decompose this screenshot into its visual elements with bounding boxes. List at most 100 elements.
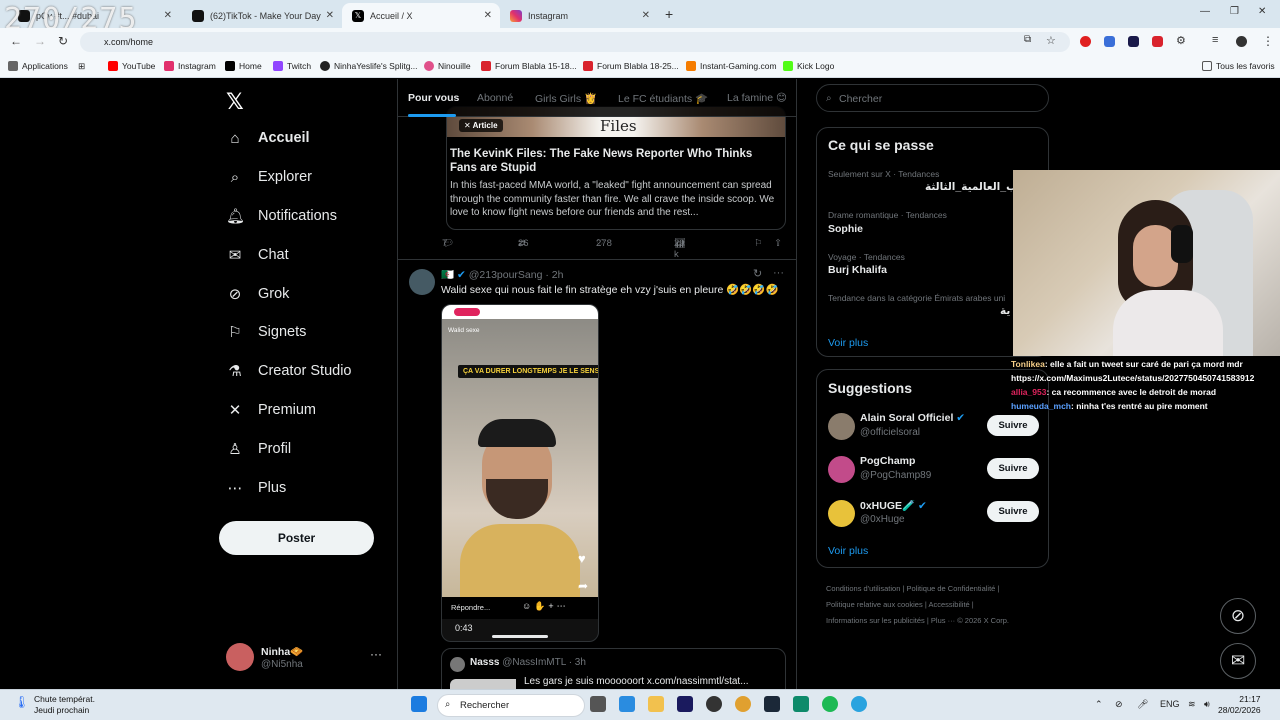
steam-icon[interactable] [764, 696, 780, 712]
trend-name[interactable]: Sophie [828, 223, 863, 235]
footer-link[interactable]: Informations sur les publicités [826, 616, 925, 625]
opera-icon[interactable] [1080, 36, 1091, 47]
nav-item-notifications[interactable]: 🔔︎ Notifications [226, 201, 337, 231]
puzzle-icon[interactable]: ⚙ [1176, 34, 1186, 47]
account-switcher[interactable]: Ninha🧇 @Ni5nha ··· [226, 639, 386, 675]
task-view-icon[interactable] [590, 696, 606, 712]
quote-card[interactable]: Nasss @NassImMTL · 3h Les gars je suis m… [441, 648, 786, 689]
suggestion-name[interactable]: 0xHUGE🧪 ✔ [860, 499, 927, 512]
list-icon[interactable]: ≡ [1212, 34, 1218, 46]
bookmark-twitch[interactable]: Twitch [273, 61, 311, 71]
nav-item-creator-studio[interactable]: ⚗ Creator Studio [226, 356, 351, 386]
taskbar-search[interactable]: ⌕ Rechercher [437, 694, 585, 717]
more-icon[interactable]: ··· [773, 267, 784, 279]
see-more-link[interactable]: Voir plus [828, 337, 868, 349]
grok-icon[interactable]: ⊘ [1220, 598, 1256, 634]
close-window-icon[interactable]: ✕ [1258, 6, 1266, 17]
weather-widget[interactable]: 🌡︎ Chute températ. Jeudi prochain [14, 694, 95, 716]
close-icon[interactable]: ✕ [642, 10, 650, 21]
browser-tab-2[interactable]: (62)TikTok - Make Your Day ✕ [182, 3, 342, 28]
trend-name[interactable]: ب_العالمية_الثالثة [925, 181, 1017, 193]
tab-pour-vous[interactable]: Pour vous [408, 92, 459, 104]
tweet-video[interactable]: Walid sexe ÇA VA DURER LONGTEMPS JE LE S… [441, 304, 599, 642]
footer-link[interactable]: Conditions d'utilisation [826, 584, 900, 593]
tab-girls-girls[interactable]: Girls Girls 👸 [535, 92, 597, 105]
nav-item-signets[interactable]: ⚐ Signets [226, 317, 306, 347]
nav-item-profil[interactable]: ♙ Profil [226, 434, 291, 464]
telegram-icon[interactable] [851, 696, 867, 712]
tab-la-famine[interactable]: La famine 😊 [727, 92, 787, 104]
follow-button[interactable]: Suivre [987, 458, 1039, 479]
all-bookmarks[interactable]: Tous les favoris [1202, 61, 1275, 71]
tab-fc-etudiants[interactable]: Le FC étudiants 🎓 [618, 92, 708, 105]
suggestion-name[interactable]: Alain Soral Officiel ✔ [860, 412, 965, 424]
browser-tab-3[interactable]: 𝕏 Accueil / X ✕ [342, 3, 500, 28]
premiere-icon[interactable] [677, 696, 693, 712]
windows-start-icon[interactable] [411, 696, 427, 712]
footer-link[interactable]: Plus ··· [931, 616, 955, 625]
follow-button[interactable]: Suivre [987, 501, 1039, 522]
bookmark-youtube[interactable]: YouTube [108, 61, 155, 71]
bookmark-splitgate[interactable]: NinhaYeslife's Splitg... [320, 61, 418, 71]
language-indicator[interactable]: ENG [1160, 699, 1180, 709]
see-more-link[interactable]: Voir plus [828, 545, 868, 557]
forward-icon[interactable]: → [34, 34, 46, 48]
bookmark-kick[interactable]: Kick Logo [783, 61, 834, 71]
nav-item-chat[interactable]: ✉ Chat [226, 240, 289, 270]
post-button[interactable]: Poster [219, 521, 374, 555]
follow-button[interactable]: Suivre [987, 415, 1039, 436]
back-icon[interactable]: ← [10, 34, 22, 48]
url-input[interactable]: x.com/home [80, 32, 1070, 52]
bookmark-forum-15-18[interactable]: Forum Blabla 15-18... [481, 61, 577, 71]
reload-icon[interactable]: ↻ [58, 34, 68, 48]
video-progress[interactable] [492, 635, 548, 638]
article-card[interactable]: Files ✕ Article The KevinK Files: The Fa… [446, 106, 786, 230]
bookmark-home[interactable]: Home [225, 61, 262, 71]
spotify-icon[interactable] [822, 696, 838, 712]
extension-icon[interactable] [1152, 36, 1163, 47]
microphone-icon[interactable]: 🎤︎ [1137, 699, 1148, 710]
close-icon[interactable]: ✕ [326, 10, 334, 21]
more-icon[interactable]: ··· [370, 647, 382, 661]
nav-item-accueil[interactable]: ⌂ Accueil [226, 123, 309, 153]
app-icon[interactable] [793, 696, 809, 712]
nav-item-grok[interactable]: ⊘ Grok [226, 279, 290, 309]
wifi-icon[interactable]: ≋ [1188, 699, 1196, 710]
bookmark-forum-18-25[interactable]: Forum Blabla 18-25... [583, 61, 679, 71]
avatar[interactable] [828, 413, 855, 440]
x-logo-icon[interactable]: 𝕏 [226, 89, 244, 115]
nav-item-premium[interactable]: ✕ Premium [226, 395, 316, 425]
footer-link[interactable]: Politique de Confidentialité [907, 584, 996, 593]
volume-icon[interactable]: 🔊︎ [1204, 699, 1210, 710]
tweet-time[interactable]: · 2h [545, 269, 563, 281]
menu-icon[interactable]: ⋮ [1262, 34, 1274, 48]
avatar[interactable] [828, 500, 855, 527]
nav-item-explorer[interactable]: ⌕ Explorer [226, 162, 312, 192]
search-input[interactable]: ⌕ Chercher [816, 84, 1049, 112]
new-tab-icon[interactable]: + [665, 6, 673, 22]
chrome-icon[interactable] [735, 696, 751, 712]
footer-link[interactable]: Politique relative aux cookies [826, 600, 923, 609]
close-icon[interactable]: ✕ [484, 10, 492, 21]
network-off-icon[interactable]: ⊘ [1115, 699, 1123, 710]
copilot-icon[interactable] [619, 696, 635, 712]
extension-icon[interactable] [1128, 36, 1139, 47]
grok-icon[interactable]: ↻ [753, 267, 762, 280]
obs-icon[interactable] [706, 696, 722, 712]
grid-icon[interactable]: ⊞ [78, 61, 85, 72]
star-icon[interactable]: ☆ [1046, 34, 1056, 47]
minimize-icon[interactable]: — [1200, 6, 1210, 17]
tab-abonne[interactable]: Abonné [477, 92, 513, 104]
tweet-handle[interactable]: @213pourSang [469, 269, 543, 281]
nav-item-plus[interactable]: ⋯ Plus [226, 473, 287, 503]
avatar[interactable] [409, 269, 435, 295]
restore-icon[interactable]: ❐ [1230, 6, 1239, 17]
trend-name[interactable]: Burj Khalifa [828, 264, 887, 276]
chevron-up-icon[interactable]: ⌃ [1095, 699, 1103, 710]
footer-link[interactable]: Accessibilité [928, 600, 969, 609]
bookmark-applications[interactable]: Applications [8, 61, 68, 71]
bookmark-instant-gaming[interactable]: Instant-Gaming.com [686, 61, 777, 71]
browser-tab-4[interactable]: Instagram ✕ [500, 3, 658, 28]
bookmark-instagram[interactable]: Instagram [164, 61, 216, 71]
close-icon[interactable]: ✕ [164, 10, 172, 21]
